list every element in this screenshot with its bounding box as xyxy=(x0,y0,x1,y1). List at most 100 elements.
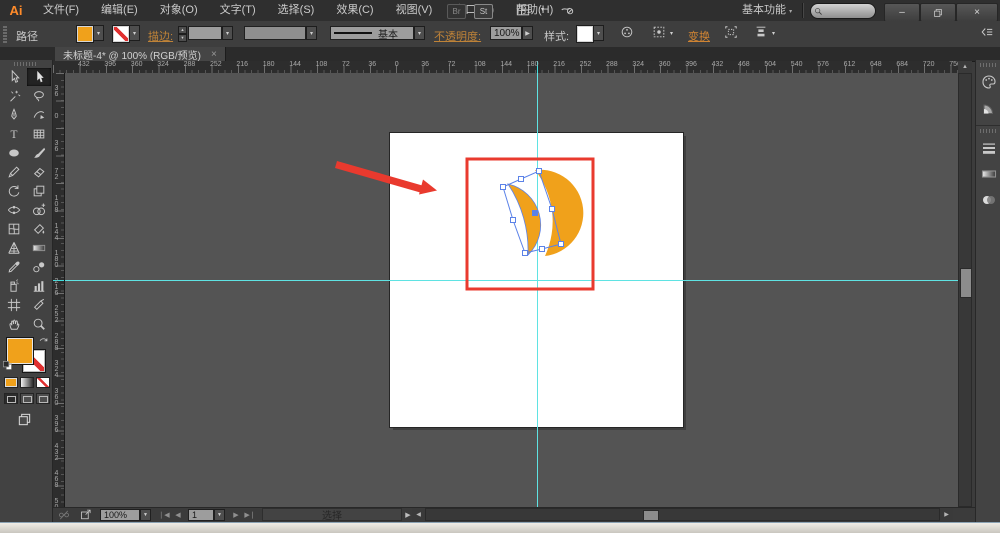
gradient-tool[interactable] xyxy=(27,239,51,257)
stock-button[interactable]: St xyxy=(474,4,493,19)
variable-width-field[interactable] xyxy=(244,26,306,40)
draw-normal-button[interactable] xyxy=(4,393,18,404)
shape-builder-tool[interactable] xyxy=(27,201,51,219)
selection-tool[interactable] xyxy=(2,68,26,86)
style-swatch[interactable] xyxy=(576,25,594,43)
select-similar-caret[interactable]: ▾ xyxy=(670,30,673,37)
search-box[interactable] xyxy=(810,3,876,19)
rotate-tool[interactable] xyxy=(2,182,26,200)
stroke-color-caret[interactable]: ▾ xyxy=(129,25,140,41)
pencil-tool[interactable] xyxy=(2,163,26,181)
screen-mode-button[interactable] xyxy=(17,412,32,427)
width-tool[interactable] xyxy=(2,201,26,219)
align-objects-icon[interactable] xyxy=(754,25,770,41)
slice-tool[interactable] xyxy=(27,296,51,314)
draw-inside-button[interactable] xyxy=(36,393,50,404)
close-button[interactable]: × xyxy=(956,3,998,22)
menu-item-0[interactable]: 文件(F) xyxy=(32,0,90,21)
stroke-weight-field[interactable] xyxy=(188,26,222,40)
align-objects-caret[interactable]: ▾ xyxy=(772,30,775,37)
free-transform-tool[interactable] xyxy=(27,182,51,200)
zoom-level-caret[interactable]: ▼ xyxy=(140,509,151,521)
tools-grip[interactable] xyxy=(14,62,38,66)
live-paint-bucket-tool[interactable] xyxy=(27,220,51,238)
default-fill-stroke-icon[interactable] xyxy=(2,360,13,371)
ellipse-tool[interactable] xyxy=(2,144,26,162)
lasso-tool[interactable] xyxy=(27,87,51,105)
magic-wand-tool[interactable] xyxy=(2,87,26,105)
mesh-tool[interactable] xyxy=(2,220,26,238)
zoom-tool[interactable] xyxy=(27,315,51,333)
workspace-switcher[interactable]: 基本功能 ▾ xyxy=(742,0,792,21)
previous-artboard-button[interactable]: ◀ xyxy=(172,509,184,521)
color-guide-panel-icon[interactable] xyxy=(976,95,1000,121)
artboard-number-caret[interactable]: ▼ xyxy=(214,509,225,521)
document-tab[interactable]: 未标题-4* @ 100% (RGB/预览) × xyxy=(55,47,226,61)
hand-tool[interactable] xyxy=(2,315,26,333)
transform-link[interactable]: 变换 xyxy=(688,28,710,44)
bridge-button[interactable]: Br xyxy=(447,4,466,19)
draw-behind-button[interactable] xyxy=(20,393,34,404)
opacity-label[interactable]: 不透明度: xyxy=(434,28,481,44)
paintbrush-tool[interactable] xyxy=(27,144,51,162)
scroll-right-arrow[interactable]: ▶ xyxy=(940,508,953,521)
tab-close-icon[interactable]: × xyxy=(211,49,217,60)
gradient-panel-icon[interactable] xyxy=(976,161,1000,187)
symbol-sprayer-tool[interactable] xyxy=(2,277,26,295)
direct-selection-tool[interactable] xyxy=(27,68,51,86)
recolor-artwork-icon[interactable] xyxy=(620,25,636,41)
dock-grip[interactable] xyxy=(980,63,996,67)
artboard-tool[interactable] xyxy=(2,296,26,314)
scroll-up-arrow[interactable]: ▲ xyxy=(958,61,972,73)
opacity-caret[interactable]: ▶ xyxy=(522,26,533,40)
eraser-tool[interactable] xyxy=(27,163,51,181)
menu-item-2[interactable]: 对象(O) xyxy=(149,0,209,21)
eyedropper-tool[interactable] xyxy=(2,258,26,276)
stroke-panel-icon[interactable] xyxy=(976,135,1000,161)
transparency-panel-icon[interactable] xyxy=(976,187,1000,213)
arrange-documents-icon[interactable] xyxy=(516,3,530,17)
none-mode-button[interactable] xyxy=(36,377,50,388)
menu-item-4[interactable]: 选择(S) xyxy=(267,0,326,21)
perspective-grid-tool[interactable] xyxy=(2,239,26,257)
type-tool[interactable]: T xyxy=(2,125,26,143)
brush-definition-field[interactable]: 基本 xyxy=(330,26,414,40)
first-artboard-button[interactable]: ❘◀ xyxy=(158,509,170,521)
last-artboard-button[interactable]: ▶❘ xyxy=(244,509,256,521)
swap-fill-stroke-icon[interactable] xyxy=(38,336,49,347)
bounding-box-icon[interactable] xyxy=(724,25,740,41)
brush-definition-caret[interactable]: ▾ xyxy=(414,26,425,40)
fill-color-caret[interactable]: ▾ xyxy=(93,25,104,41)
color-mode-button[interactable] xyxy=(4,377,18,388)
vertical-ruler[interactable]: 3603672108144180216252288324360396432468… xyxy=(53,73,65,507)
blend-tool[interactable] xyxy=(27,258,51,276)
restore-button[interactable] xyxy=(920,3,956,22)
ink-pen-tool[interactable] xyxy=(27,106,51,124)
opacity-field[interactable]: 100% xyxy=(490,26,522,40)
menu-item-5[interactable]: 效果(C) xyxy=(325,0,384,21)
fill-color-button[interactable] xyxy=(76,25,94,43)
rectangular-grid-tool[interactable] xyxy=(27,125,51,143)
menu-item-1[interactable]: 编辑(E) xyxy=(90,0,149,21)
artboard-number-field[interactable]: 1 xyxy=(188,509,214,521)
variable-width-caret[interactable]: ▾ xyxy=(306,26,317,40)
menu-item-6[interactable]: 视图(V) xyxy=(385,0,444,21)
menu-item-3[interactable]: 文字(T) xyxy=(209,0,267,21)
export-icon[interactable] xyxy=(80,509,96,521)
color-panel-icon[interactable] xyxy=(976,69,1000,95)
stroke-weight-label[interactable]: 描边: xyxy=(148,28,173,44)
stroke-weight-stepper[interactable]: ▲▼ xyxy=(178,26,187,40)
gradient-mode-button[interactable] xyxy=(20,377,34,388)
pen-tool[interactable] xyxy=(2,106,26,124)
panel-grip[interactable] xyxy=(3,25,7,43)
stroke-color-button[interactable] xyxy=(112,25,130,43)
column-graph-tool[interactable] xyxy=(27,277,51,295)
status-display[interactable]: 选择 xyxy=(262,508,402,521)
horizontal-scrollbar-thumb[interactable] xyxy=(643,510,659,521)
vertical-scrollbar-thumb[interactable] xyxy=(960,268,972,298)
minimize-button[interactable]: – xyxy=(884,3,920,22)
select-similar-icon[interactable] xyxy=(652,25,668,41)
search-input[interactable] xyxy=(823,5,867,18)
control-panel-menu-icon[interactable] xyxy=(980,25,996,41)
app-logo[interactable]: Ai xyxy=(0,3,32,18)
